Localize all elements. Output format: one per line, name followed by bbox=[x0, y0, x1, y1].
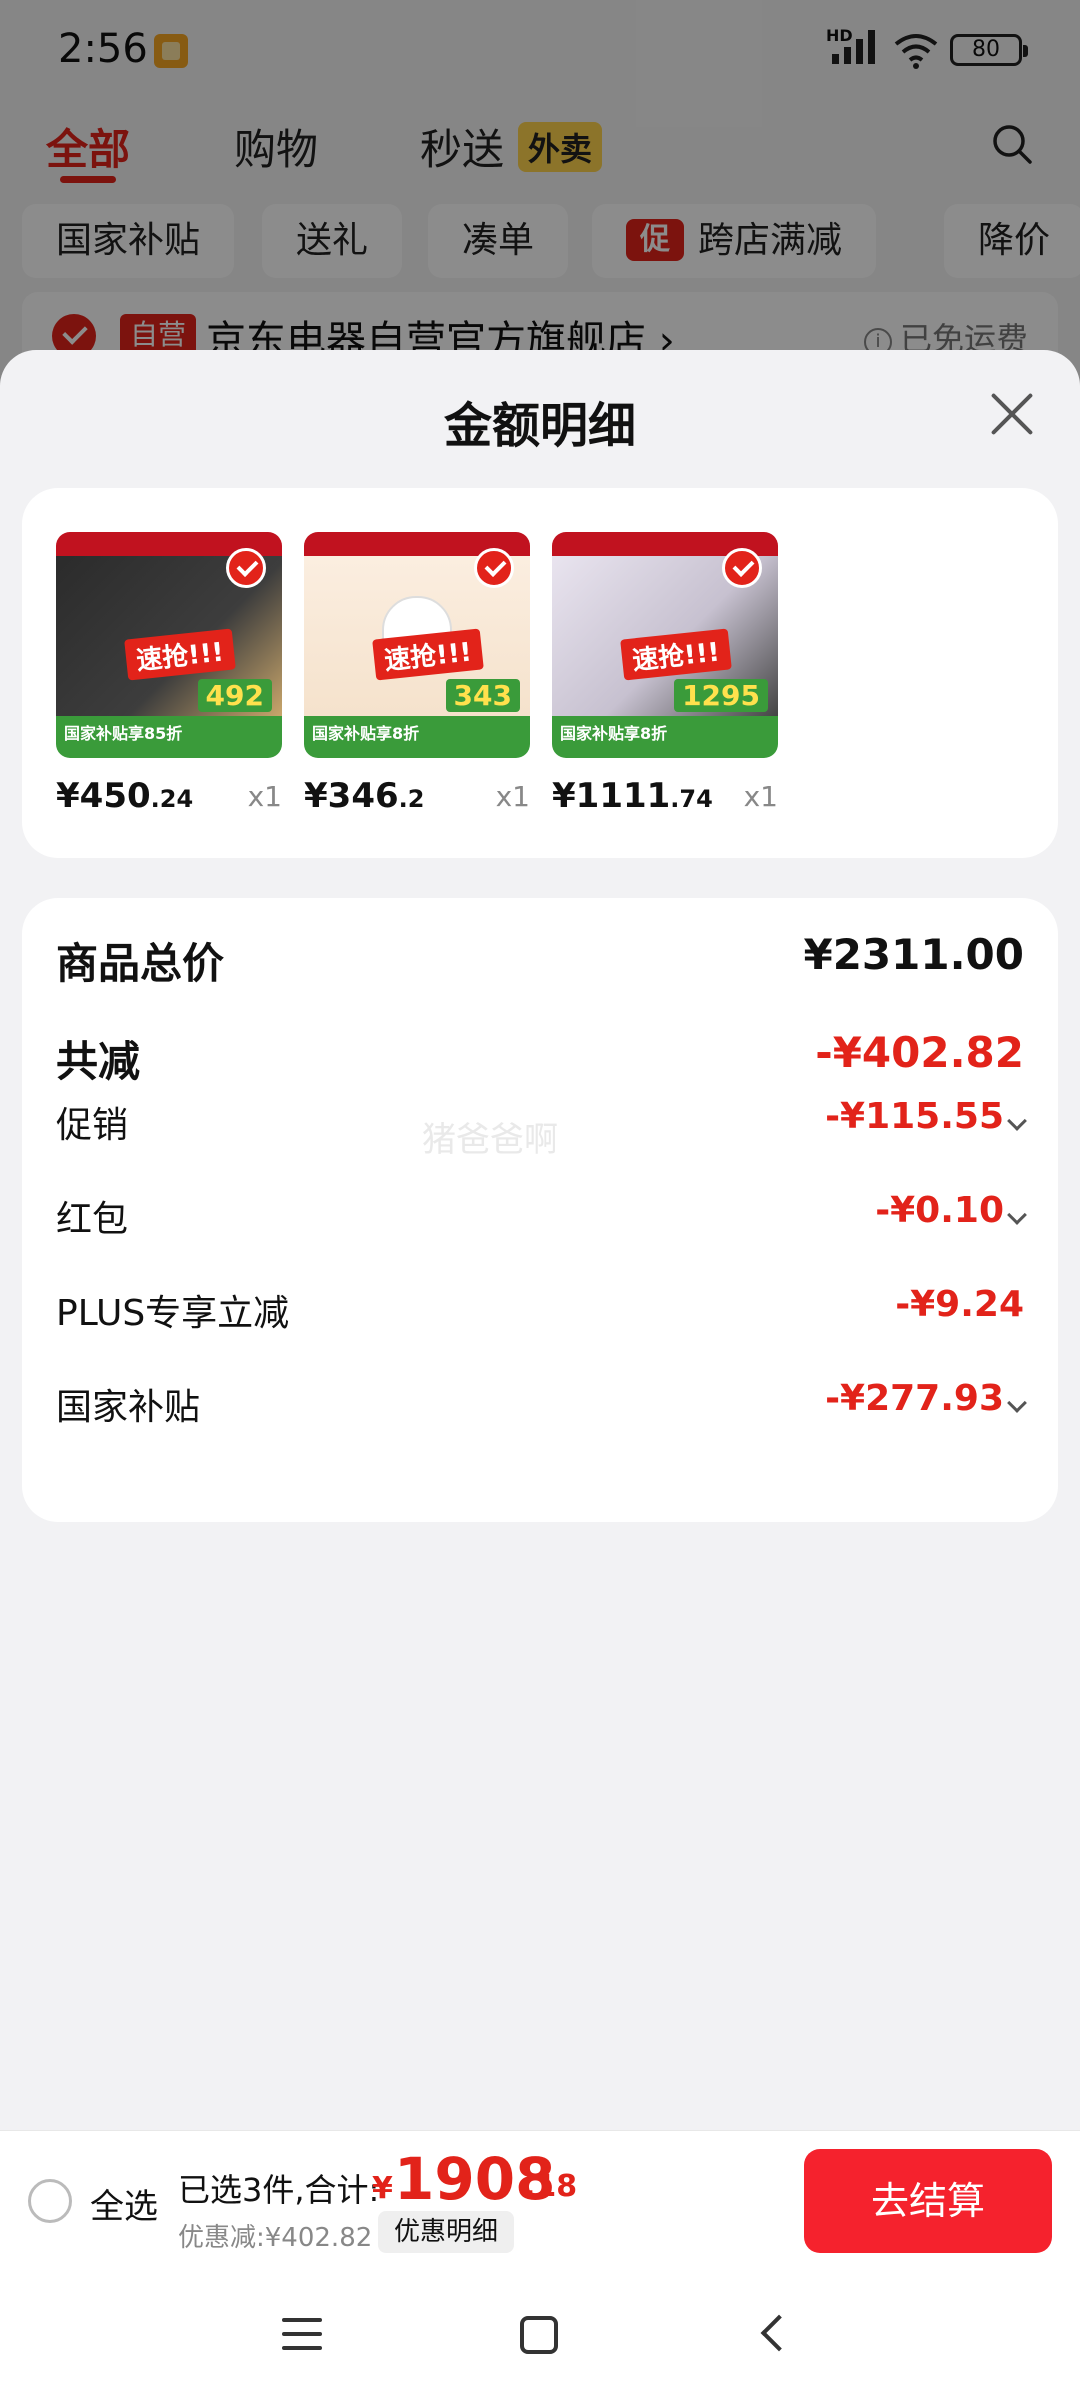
product-quantity: x1 bbox=[247, 780, 282, 813]
home-icon[interactable] bbox=[520, 2316, 558, 2354]
system-nav-bar bbox=[0, 2268, 1080, 2400]
check-icon bbox=[722, 548, 762, 588]
thumb-footer: 国家补贴享8折 bbox=[304, 716, 530, 758]
thumb-price: 1295 bbox=[674, 679, 768, 712]
product-item[interactable]: 速抢!!! 492 国家补贴享85折 ¥450.24 x1 bbox=[56, 532, 282, 816]
product-quantity: x1 bbox=[743, 780, 778, 813]
dim-overlay[interactable] bbox=[0, 0, 1080, 400]
total-reduce-value: -¥402.82 bbox=[815, 1028, 1024, 1077]
thumb-price: 492 bbox=[197, 679, 272, 712]
total-decimal: .18 bbox=[524, 2169, 578, 2204]
red-packet-label: 红包 bbox=[56, 1199, 129, 1240]
check-icon bbox=[226, 548, 266, 588]
promotion-row[interactable]: 促销 -¥115.55 bbox=[56, 1096, 1027, 1156]
red-packet-value: -¥0.10 bbox=[875, 1190, 1004, 1231]
select-all-label[interactable]: 全选 bbox=[90, 2179, 158, 2228]
products-card: 速抢!!! 492 国家补贴享85折 ¥450.24 x1 速抢!!! 343 … bbox=[22, 488, 1058, 858]
plus-discount-label: PLUS专享立减 bbox=[56, 1293, 290, 1334]
back-icon[interactable] bbox=[760, 2314, 798, 2352]
promotion-label: 促销 bbox=[56, 1105, 129, 1146]
total-reduce-row: 共减 -¥402.82 bbox=[56, 1028, 1024, 1088]
promotion-value: -¥115.55 bbox=[825, 1096, 1004, 1137]
product-quantity: x1 bbox=[495, 780, 530, 813]
plus-discount-value: -¥9.24 bbox=[895, 1284, 1024, 1325]
national-subsidy-row[interactable]: 国家补贴 -¥277.93 bbox=[56, 1378, 1027, 1438]
total-price-row: 商品总价 ¥2311.00 bbox=[56, 930, 1024, 990]
close-icon[interactable] bbox=[984, 386, 1040, 442]
thumb-price: 343 bbox=[445, 679, 520, 712]
select-all-radio[interactable] bbox=[28, 2179, 72, 2223]
total-reduce-label: 共减 bbox=[56, 1037, 141, 1086]
check-icon bbox=[474, 548, 514, 588]
thumb-footer: 国家补贴享85折 bbox=[56, 716, 282, 758]
product-thumbnail: 速抢!!! 492 国家补贴享85折 bbox=[56, 532, 282, 758]
menu-icon[interactable] bbox=[282, 2318, 322, 2352]
total-price-value: ¥2311.00 bbox=[803, 930, 1024, 979]
sheet-title: 金额明细 bbox=[443, 398, 636, 454]
selection-summary: 已选3件,合计: bbox=[178, 2171, 380, 2209]
national-subsidy-value: -¥277.93 bbox=[825, 1378, 1004, 1419]
product-item[interactable]: 速抢!!! 343 国家补贴享8折 ¥346.2 x1 bbox=[304, 532, 530, 816]
national-subsidy-label: 国家补贴 bbox=[56, 1387, 201, 1428]
product-price: ¥1111.74 bbox=[552, 776, 713, 816]
product-thumbnail: 速抢!!! 343 国家补贴享8折 bbox=[304, 532, 530, 758]
product-price: ¥346.2 bbox=[304, 776, 425, 816]
chevron-down-icon bbox=[1007, 1205, 1027, 1225]
product-item[interactable]: 速抢!!! 1295 国家补贴享8折 ¥1111.74 x1 bbox=[552, 532, 778, 816]
red-packet-row[interactable]: 红包 -¥0.10 bbox=[56, 1190, 1027, 1250]
product-price: ¥450.24 bbox=[56, 776, 194, 816]
discount-summary: 优惠减:¥402.82 bbox=[178, 2223, 373, 2253]
plus-discount-row: PLUS专享立减 -¥9.24 bbox=[56, 1284, 1024, 1344]
chevron-down-icon bbox=[1007, 1111, 1027, 1131]
product-thumbnail: 速抢!!! 1295 国家补贴享8折 bbox=[552, 532, 778, 758]
total-price-label: 商品总价 bbox=[56, 939, 225, 988]
checkout-bar: 全选 已选3件,合计: ¥ 1908 .18 优惠减:¥402.82 优惠明细 … bbox=[0, 2130, 1080, 2268]
thumb-footer: 国家补贴享8折 bbox=[552, 716, 778, 758]
amount-detail-card: 商品总价 ¥2311.00 共减 -¥402.82 猪爸爸啊 促销 -¥115.… bbox=[22, 898, 1058, 1522]
total-currency: ¥ bbox=[372, 2171, 393, 2206]
checkout-button[interactable]: 去结算 bbox=[804, 2149, 1052, 2253]
discount-detail-button[interactable]: 优惠明细 bbox=[378, 2211, 515, 2253]
amount-detail-sheet: 金额明细 速抢!!! 492 国家补贴享85折 ¥450.24 x1 速抢!!!… bbox=[0, 350, 1080, 2130]
chevron-down-icon bbox=[1007, 1393, 1027, 1413]
